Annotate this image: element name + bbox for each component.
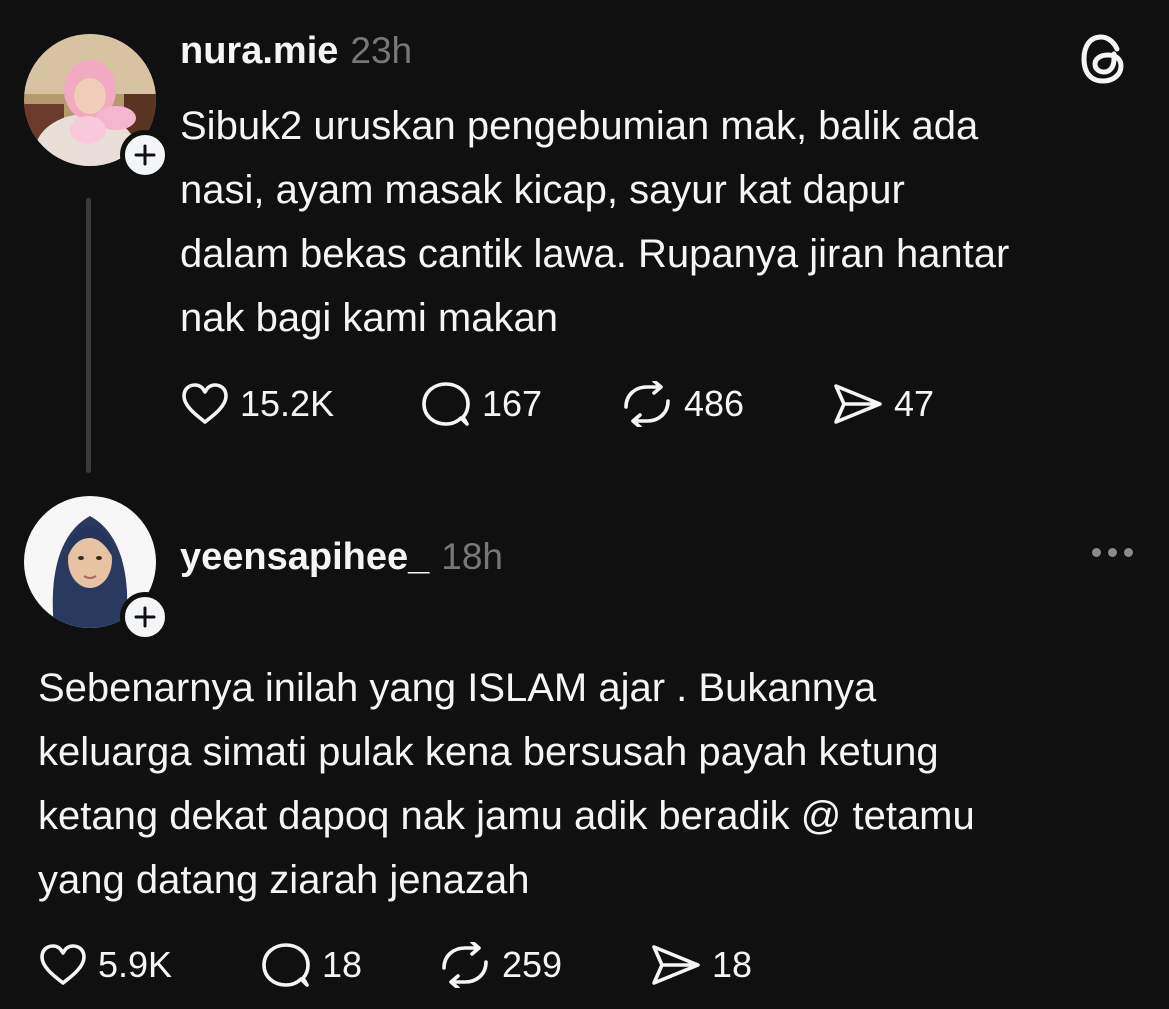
reply-button[interactable]: 18 xyxy=(260,940,438,990)
post-text: Sebenarnya inilah yang ISLAM ajar . Buka… xyxy=(38,666,975,902)
action-bar: 5.9K 18 259 18 xyxy=(38,940,752,990)
more-icon xyxy=(1092,548,1101,557)
follow-button[interactable] xyxy=(120,592,170,642)
repost-button[interactable]: 259 xyxy=(438,940,650,990)
username[interactable]: yeensapihee_ xyxy=(180,536,429,579)
avatar-wrap[interactable] xyxy=(24,496,170,642)
repost-count: 259 xyxy=(502,944,563,985)
more-options-button[interactable] xyxy=(1092,548,1133,557)
like-count: 5.9K xyxy=(98,944,173,985)
share-count: 18 xyxy=(712,944,753,985)
more-icon xyxy=(1124,548,1133,557)
repost-icon xyxy=(442,942,488,988)
reply-count: 18 xyxy=(322,944,363,985)
more-icon xyxy=(1108,548,1117,557)
like-button[interactable]: 5.9K xyxy=(38,940,260,990)
heart-icon xyxy=(40,944,86,985)
post-yeensapihee: yeensapihee_ 18h Sebenarnya inilah yang … xyxy=(0,0,1169,1009)
timestamp: 18h xyxy=(441,536,503,577)
plus-icon xyxy=(134,606,156,628)
comment-icon xyxy=(262,943,310,987)
post-header: yeensapihee_ 18h xyxy=(180,536,503,579)
share-icon xyxy=(652,945,700,985)
share-button[interactable]: 18 xyxy=(650,940,752,990)
